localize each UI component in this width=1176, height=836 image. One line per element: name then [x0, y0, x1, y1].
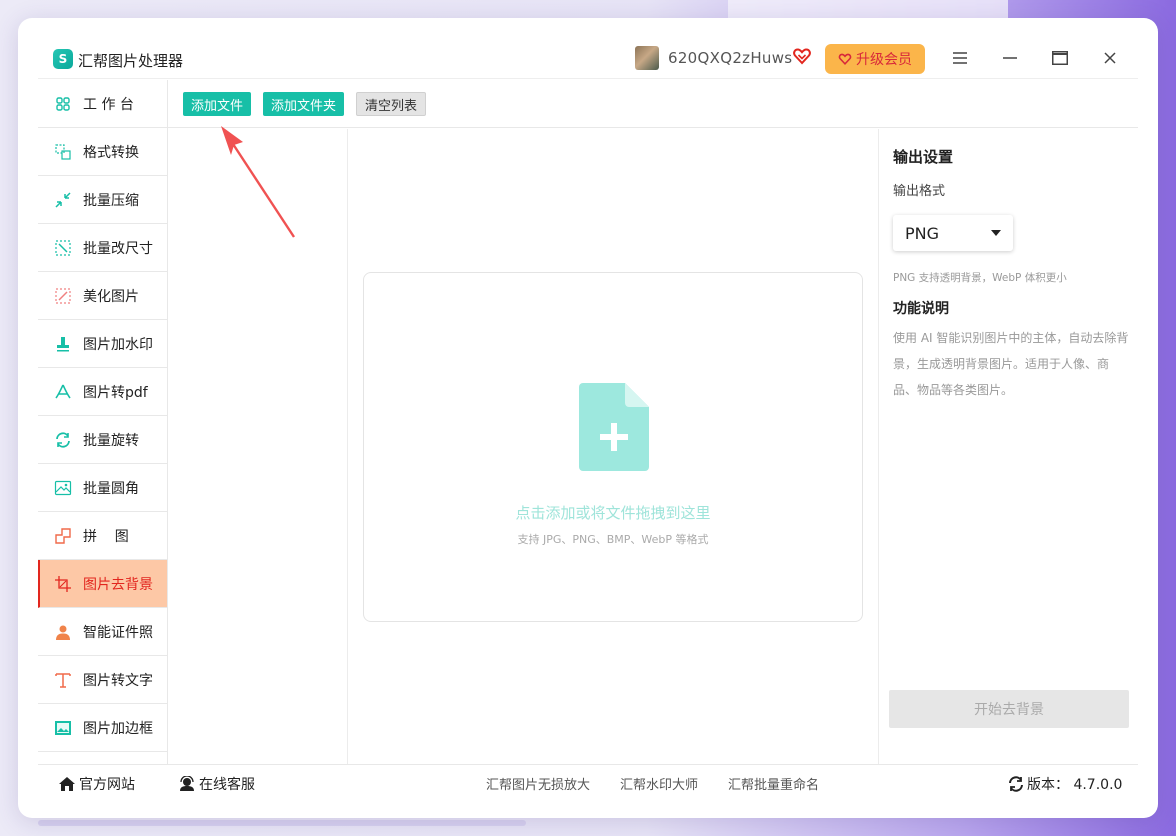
sidebar-item-label: 图片转文字: [83, 672, 153, 689]
footer: 官方网站 在线客服 汇帮图片无损放大 汇帮水印大师 汇帮批量重命名 版本： 4.…: [38, 764, 1138, 800]
sidebar-item-resize[interactable]: 批量改尺寸: [38, 224, 167, 272]
avatar[interactable]: [635, 46, 659, 70]
pdf-icon: [54, 383, 72, 401]
divider: [38, 78, 1138, 79]
caret-down-icon: [991, 230, 1001, 236]
rounded-corner-icon: [54, 479, 72, 497]
sidebar-item-label: 拼 图: [83, 528, 129, 545]
add-file-icon: [579, 383, 649, 471]
toolbar: 添加文件 添加文件夹 清空列表: [168, 80, 1138, 128]
sidebar-item-rotate[interactable]: 批量旋转: [38, 416, 167, 464]
sidebar-item-label: 图片加水印: [83, 336, 153, 353]
refresh-icon: [1009, 776, 1023, 792]
sidebar-item-collage[interactable]: 拼 图: [38, 512, 167, 560]
beautify-icon: [54, 287, 72, 305]
menu-icon[interactable]: [950, 48, 970, 68]
drop-zone-formats: 支持 JPG、PNG、BMP、WebP 等格式: [517, 533, 709, 546]
feature-description: 使用 AI 智能识别图片中的主体，自动去除背景，生成透明背景图片。适用于人像、商…: [893, 331, 1129, 397]
home-icon: [59, 777, 75, 791]
output-settings-title: 输出设置: [893, 148, 954, 166]
clear-list-button[interactable]: 清空列表: [356, 92, 427, 116]
sidebar: 工 作 台 格式转换 批量压缩 批量改尺寸 美化图片 图片加水印 图片转pdf: [38, 80, 168, 764]
sidebar-item-label: 批量改尺寸: [83, 240, 153, 257]
resize-icon: [54, 239, 72, 257]
convert-icon: [54, 143, 72, 161]
sidebar-item-watermark[interactable]: 图片加水印: [38, 320, 167, 368]
crop-icon: [54, 575, 72, 593]
sidebar-item-remove-background[interactable]: 图片去背景: [38, 560, 167, 608]
sidebar-item-label: 图片去背景: [83, 576, 153, 593]
person-icon: [54, 623, 72, 641]
sidebar-item-label: 图片加边框: [83, 720, 153, 737]
support-icon: [180, 776, 194, 791]
output-settings-panel: 输出设置 输出格式 PNG PNG 支持透明背景，WebP 体积更小 功能说明 …: [878, 129, 1138, 764]
sidebar-item-compress[interactable]: 批量压缩: [38, 176, 167, 224]
official-website-label: 官方网站: [79, 777, 135, 793]
collage-icon: [54, 527, 72, 545]
online-support-link[interactable]: 在线客服: [178, 774, 255, 794]
app-window: S 汇帮图片处理器 620QXQ2zHuws 升级会员 工 作 台 格式转换 批…: [18, 18, 1158, 818]
sidebar-item-id-photo[interactable]: 智能证件照: [38, 608, 167, 656]
add-folder-button[interactable]: 添加文件夹: [263, 92, 345, 116]
sidebar-item-label: 图片转pdf: [83, 384, 148, 401]
version-label: 版本： 4.7.0.0: [1027, 777, 1123, 793]
sidebar-item-round-corner[interactable]: 批量圆角: [38, 464, 167, 512]
footer-link-batch-rename[interactable]: 汇帮批量重命名: [728, 774, 819, 793]
output-format-select[interactable]: PNG: [893, 215, 1013, 251]
drop-zone[interactable]: 点击添加或将文件拖拽到这里 支持 JPG、PNG、BMP、WebP 等格式: [363, 272, 863, 622]
add-file-button[interactable]: 添加文件: [183, 92, 252, 116]
vip-heart-icon: [838, 53, 852, 66]
app-title: 汇帮图片处理器: [78, 52, 184, 70]
footer-link-watermark-master[interactable]: 汇帮水印大师: [620, 774, 698, 793]
start-remove-background-button[interactable]: 开始去背景: [889, 690, 1129, 728]
minimize-icon[interactable]: [1000, 48, 1020, 68]
file-list[interactable]: [168, 129, 348, 764]
sidebar-item-label: 批量圆角: [83, 480, 139, 497]
app-logo-icon: S: [53, 49, 73, 69]
sidebar-item-label: 批量旋转: [83, 432, 139, 449]
compress-icon: [54, 191, 72, 209]
sidebar-item-label: 美化图片: [83, 288, 139, 305]
feature-title: 功能说明: [893, 301, 949, 317]
upgrade-label: 升级会员: [856, 52, 912, 68]
maximize-icon[interactable]: [1050, 48, 1070, 68]
drop-zone-title: 点击添加或将文件拖拽到这里: [515, 504, 711, 522]
sidebar-item-to-pdf[interactable]: 图片转pdf: [38, 368, 167, 416]
official-website-link[interactable]: 官方网站: [58, 774, 135, 794]
footer-link-upscale[interactable]: 汇帮图片无损放大: [486, 774, 590, 793]
close-icon[interactable]: [1100, 48, 1120, 68]
frame-icon: [54, 719, 72, 737]
output-format-value: PNG: [905, 223, 940, 243]
sidebar-item-add-frame[interactable]: 图片加边框: [38, 704, 167, 752]
grid-icon: [54, 95, 72, 113]
sidebar-item-label: 批量压缩: [83, 192, 139, 209]
online-support-label: 在线客服: [199, 777, 255, 793]
sidebar-item-label: 工 作 台: [83, 96, 134, 113]
sidebar-item-workbench[interactable]: 工 作 台: [38, 80, 167, 128]
vip-heart-icon: [793, 48, 811, 65]
background-strip: [38, 820, 526, 826]
output-format-label: 输出格式: [893, 184, 946, 199]
upgrade-vip-button[interactable]: 升级会员: [825, 44, 925, 74]
title-bar: S 汇帮图片处理器 620QXQ2zHuws 升级会员: [18, 18, 1158, 78]
sidebar-item-to-text[interactable]: 图片转文字: [38, 656, 167, 704]
username[interactable]: 620QXQ2zHuws: [668, 49, 792, 67]
background-strip: [728, 0, 1008, 18]
sidebar-item-beautify[interactable]: 美化图片: [38, 272, 167, 320]
sidebar-item-label: 格式转换: [83, 144, 139, 161]
sidebar-item-label: 智能证件照: [83, 624, 153, 641]
sidebar-item-format-convert[interactable]: 格式转换: [38, 128, 167, 176]
rotate-icon: [54, 431, 72, 449]
text-icon: [54, 671, 72, 689]
watermark-icon: [54, 335, 72, 353]
version-info[interactable]: 版本： 4.7.0.0: [1008, 774, 1122, 794]
format-hint: PNG 支持透明背景，WebP 体积更小: [893, 272, 1067, 284]
